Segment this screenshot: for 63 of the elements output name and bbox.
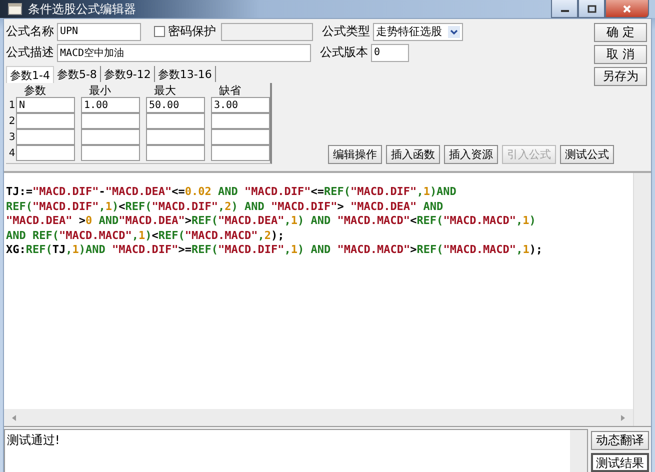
toolbar-button[interactable]: 插入资源: [444, 145, 498, 164]
scroll-right-icon[interactable]: [619, 414, 627, 422]
code-line: XG:REF(TJ,1)AND "MACD.DIF">=REF("MACD.DIF",1) AND "MACD.MACD">REF("MACD.MACD",1);: [6, 243, 544, 258]
version-field[interactable]: 0: [371, 44, 409, 62]
param-input[interactable]: [146, 129, 205, 145]
toolbar-button[interactable]: 插入函数: [386, 145, 440, 164]
param-input[interactable]: [81, 113, 140, 129]
param-input[interactable]: 1.00: [81, 97, 140, 113]
field-label: 公式版本: [320, 44, 368, 61]
param-input[interactable]: 50.00: [146, 97, 205, 113]
row-number: 1: [8, 100, 16, 110]
row-number: 4: [8, 148, 16, 158]
param-input[interactable]: [146, 113, 205, 129]
vertical-scrollbar[interactable]: [633, 173, 651, 426]
code-line: AND REF("MACD.MACD",1)<REF("MACD.MACD",2);: [6, 228, 286, 243]
param-input[interactable]: 3.00: [211, 97, 270, 113]
checkbox-label: 密码保护: [168, 23, 216, 40]
result-button[interactable]: 测试结果: [591, 453, 649, 472]
param-input[interactable]: [81, 129, 140, 145]
field-label: 公式描述: [6, 44, 54, 61]
dialog-button[interactable]: 确 定: [594, 23, 647, 42]
param-input[interactable]: [16, 113, 75, 129]
close-button[interactable]: [605, 0, 649, 18]
field-label: 公式名称: [6, 23, 54, 40]
close-icon: [622, 4, 632, 12]
code-line: REF("MACD.DIF",1)<REF("MACD.DIF",2) AND "MACD.DIF"> "MACD.DEA" AND: [6, 200, 444, 214]
column-header: 缺省: [218, 85, 242, 97]
vertical-scrollbar[interactable]: [570, 430, 587, 472]
horizontal-scrollbar[interactable]: [4, 409, 633, 426]
column-header: 最大: [153, 85, 177, 97]
code-line: TJ:="MACD.DIF"-"MACD.DEA"<=0.02 AND "MACD.DIF"<=REF("MACD.DIF",1)AND: [6, 185, 458, 200]
toolbar-button[interactable]: 编辑操作: [328, 145, 382, 164]
param-input[interactable]: [16, 145, 75, 161]
result-button[interactable]: 动态翻译: [591, 431, 649, 450]
field-label: 公式类型: [322, 23, 370, 40]
scroll-left-icon[interactable]: [10, 414, 18, 422]
password-checkbox[interactable]: [154, 26, 165, 37]
param-input[interactable]: [211, 113, 270, 129]
code-line: "MACD.DEA" >0 AND"MACD.DEA">REF("MACD.DEA",1) AND "MACD.MACD"<REF("MACD.MACD",1): [6, 214, 537, 228]
output-text: 测试通过!: [7, 432, 60, 449]
code-editor[interactable]: [4, 171, 651, 427]
row-number: 3: [8, 132, 16, 142]
param-tab[interactable]: 参数1-4: [6, 66, 54, 83]
dialog-button[interactable]: 取 消: [594, 45, 647, 64]
toolbar-button[interactable]: 测试公式: [560, 145, 614, 164]
name-field[interactable]: UPN: [57, 22, 141, 40]
row-number: 2: [8, 116, 16, 126]
param-input[interactable]: N: [16, 97, 75, 113]
maximize-icon: [586, 4, 596, 12]
column-header: 参数: [23, 85, 47, 97]
maximize-button[interactable]: [578, 0, 605, 18]
minimize-button[interactable]: [551, 0, 578, 18]
window-title: 条件选股公式编辑器: [28, 0, 136, 18]
type-dropdown[interactable]: 走势特征选股: [373, 22, 463, 40]
param-input[interactable]: [16, 129, 75, 145]
window-icon: [8, 3, 22, 15]
column-header: 最小: [88, 85, 112, 97]
dialog-button[interactable]: 另存为: [594, 67, 647, 86]
description-field[interactable]: MACD空中加油: [57, 44, 311, 62]
param-input[interactable]: [146, 145, 205, 161]
param-input[interactable]: [81, 145, 140, 161]
param-input[interactable]: [211, 145, 270, 161]
param-input[interactable]: [211, 129, 270, 145]
